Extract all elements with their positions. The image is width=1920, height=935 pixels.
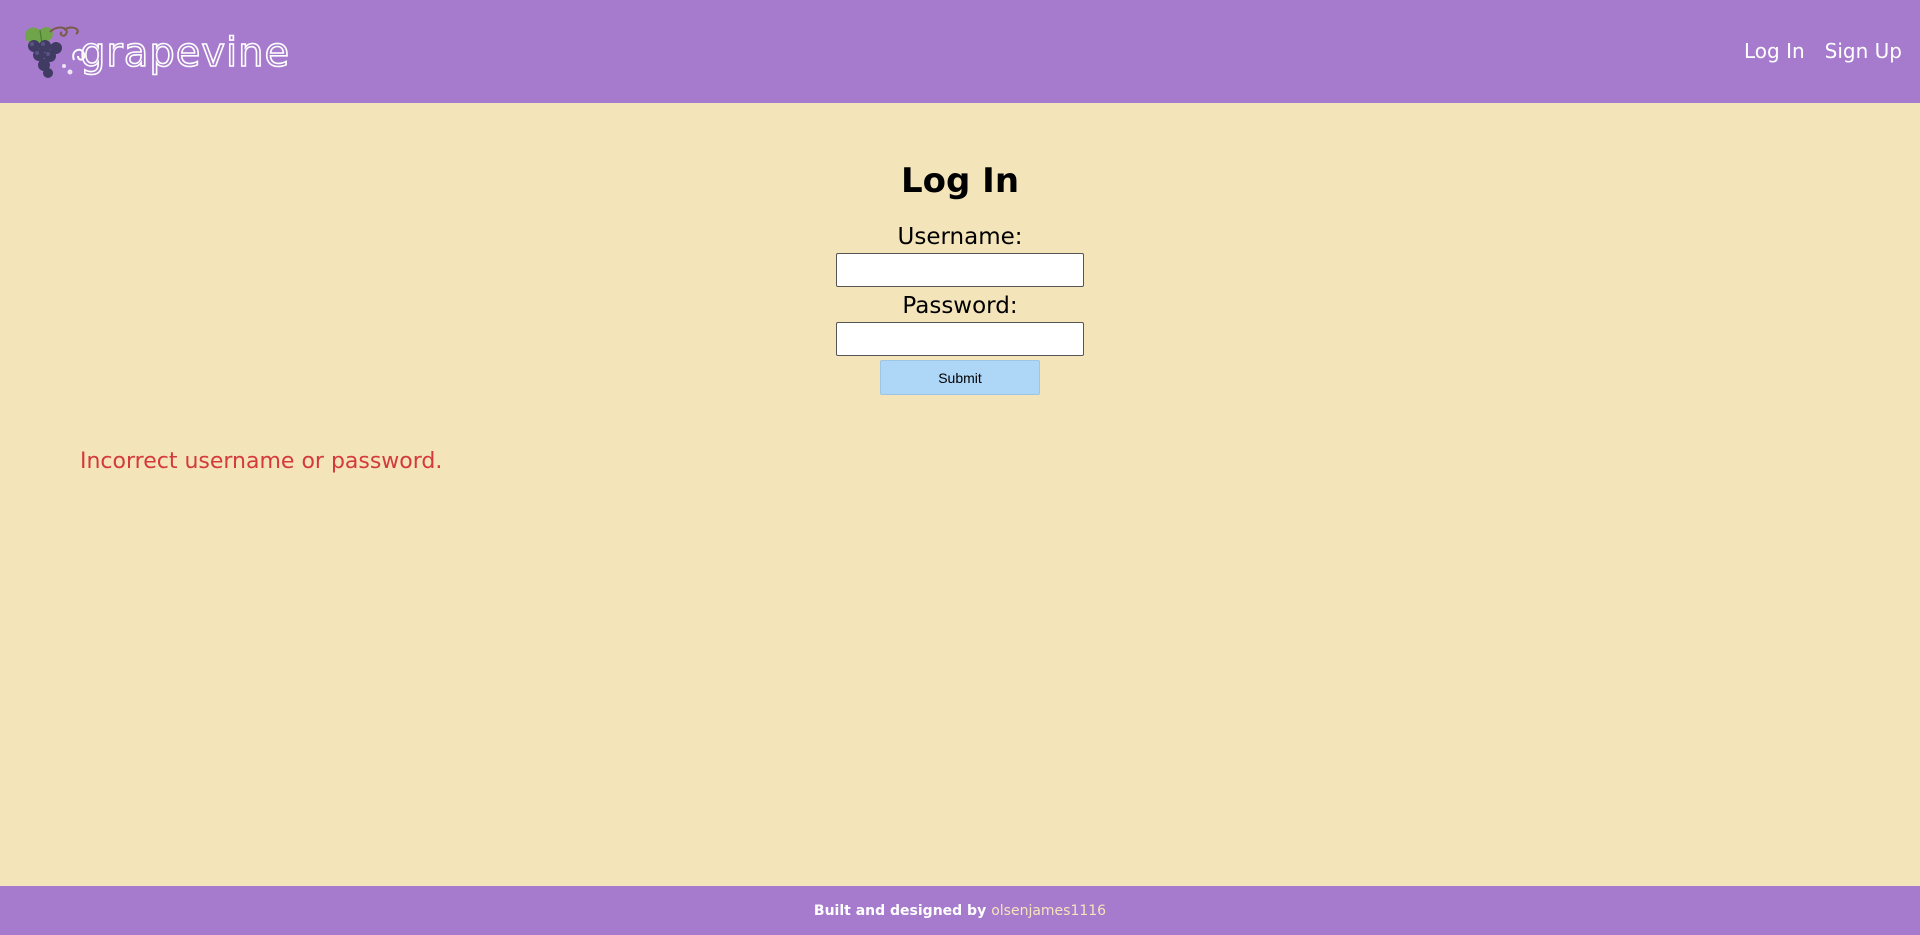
header-nav: Log In Sign Up (1744, 38, 1902, 64)
main-content: Log In Username: Password: Submit Incorr… (0, 103, 1920, 886)
grapevine-logo[interactable]: grapevine (20, 22, 302, 82)
login-form: Log In Username: Password: Submit (0, 161, 1920, 395)
username-input[interactable] (836, 253, 1084, 287)
site-footer: Built and designed by olsenjames1116 (0, 886, 1920, 935)
nav-signup-link[interactable]: Sign Up (1825, 38, 1902, 64)
footer-credit-text: Built and designed by (813, 902, 987, 919)
submit-button[interactable]: Submit (880, 360, 1040, 395)
footer-author-link[interactable]: olsenjames1116 (991, 903, 1106, 919)
nav-login-link[interactable]: Log In (1744, 38, 1805, 64)
page-title: Log In (900, 161, 1020, 201)
site-header: grapevine Log In Sign Up (0, 0, 1920, 103)
error-message: Incorrect username or password. (80, 449, 443, 474)
logo-wordmark: grapevine (80, 30, 290, 76)
password-label: Password: (902, 293, 1018, 319)
password-input[interactable] (836, 322, 1084, 356)
username-label: Username: (897, 224, 1023, 250)
